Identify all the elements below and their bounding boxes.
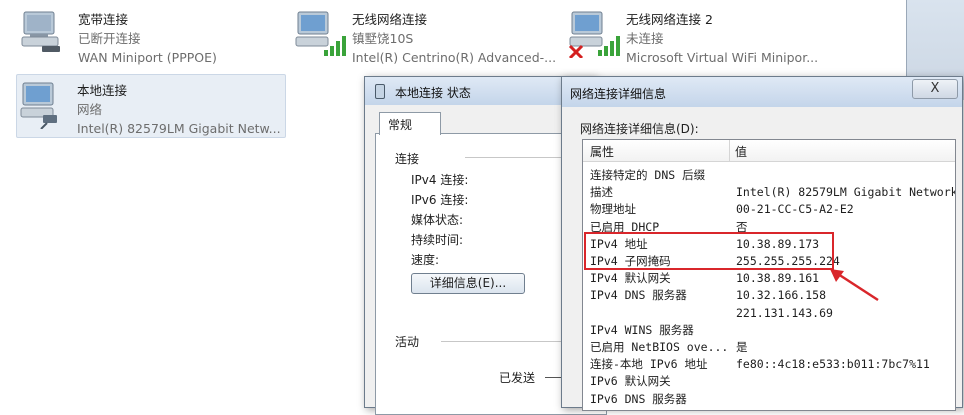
connection-status: 镇墅饶10S: [352, 31, 414, 46]
close-icon: X: [930, 81, 940, 96]
detail-row-6: IPv4 默认网关 10.38.89.161: [590, 271, 820, 286]
highlight-box: [584, 232, 834, 270]
connection-item-local[interactable]: 本地连接 网络 Intel(R) 82579LM Gigabit Netw...: [16, 74, 286, 138]
connection-device: Intel(R) Centrino(R) Advanced-...: [352, 50, 557, 65]
close-button[interactable]: X: [912, 79, 958, 99]
column-header-property[interactable]: 属性: [583, 140, 730, 161]
status-window-title: 本地连接 状态: [395, 86, 471, 100]
details-list[interactable]: 属性 值 连接特定的 DNS 后缀 描述 Intel(R) 82579LM Gig…: [582, 139, 956, 411]
connection-item-wireless-2[interactable]: 无线网络连接 2 未连接 Microsoft Virtual WiFi Mini…: [566, 4, 846, 65]
detail-row-10: 已启用 NetBIOS ove... 是: [590, 340, 748, 355]
connection-status: 网络: [77, 102, 103, 117]
connection-section-title: 连接: [395, 152, 420, 166]
detail-row-13: IPv6 DNS 服务器: [590, 391, 687, 406]
connection-status: 未连接: [626, 31, 664, 46]
sent-label: 已发送: [499, 371, 536, 385]
connection-name: 宽带连接: [78, 12, 129, 27]
connection-name: 无线网络连接 2: [626, 12, 713, 27]
details-window-titlebar[interactable]: 网络连接详细信息 X: [562, 77, 962, 107]
connection-name: 本地连接: [77, 83, 128, 98]
details-window-title: 网络连接详细信息: [570, 87, 667, 101]
speed-label: 速度:: [411, 253, 440, 267]
connection-device: Microsoft Virtual WiFi Minipor...: [626, 50, 819, 65]
ipv4-connection-label: IPv4 连接:: [411, 173, 469, 187]
column-header-value[interactable]: 值: [730, 140, 950, 161]
local-adapter-icon: [17, 77, 73, 130]
connection-name: 无线网络连接: [352, 12, 428, 27]
connection-item-broadband[interactable]: 宽带连接 已断开连接 WAN Miniport (PPPOE): [18, 4, 278, 65]
connection-device: Intel(R) 82579LM Gigabit Netw...: [77, 121, 281, 136]
detail-row-2: 物理地址 00-21-CC-C5-A2-E2: [590, 202, 854, 217]
tab-general-label: 常规: [388, 118, 413, 132]
connection-item-wireless[interactable]: 无线网络连接 镇墅饶10S Intel(R) Centrino(R) Advan…: [292, 4, 562, 65]
detail-row-12: IPv6 默认网关: [590, 374, 671, 389]
detail-row-1: 描述 Intel(R) 82579LM Gigabit Network: [590, 185, 956, 200]
duration-label: 持续时间:: [411, 233, 464, 247]
connection-status: 已断开连接: [78, 31, 141, 46]
connection-device: WAN Miniport (PPPOE): [78, 50, 217, 65]
detail-row-0: 连接特定的 DNS 后缀: [590, 168, 706, 182]
annotation-arrow: [830, 269, 879, 302]
details-button[interactable]: 详细信息(E)...: [411, 273, 525, 294]
tab-general[interactable]: 常规: [379, 112, 441, 135]
ipv6-connection-label: IPv6 连接:: [411, 193, 469, 207]
wireless-adapter-icon: [292, 6, 348, 58]
detail-row-8: 221.131.143.69: [736, 305, 833, 320]
details-caption: 网络连接详细信息(D):: [580, 122, 699, 136]
window-app-icon: [375, 84, 385, 99]
wireless-disconnected-icon: [566, 6, 622, 60]
detail-row-9: IPv4 WINS 服务器: [590, 322, 694, 337]
media-state-label: 媒体状态:: [411, 213, 464, 227]
detail-row-7: IPv4 DNS 服务器 10.32.166.158: [590, 288, 827, 303]
details-button-label: 详细信息(E)...: [429, 276, 507, 290]
details-list-header: 属性 值: [583, 140, 955, 162]
activity-section-title: 活动: [395, 335, 420, 349]
detail-row-11: 连接-本地 IPv6 地址 fe80::4c18:e533:b011:7bc7%1…: [590, 357, 930, 372]
network-adapter-icon: [18, 6, 74, 58]
